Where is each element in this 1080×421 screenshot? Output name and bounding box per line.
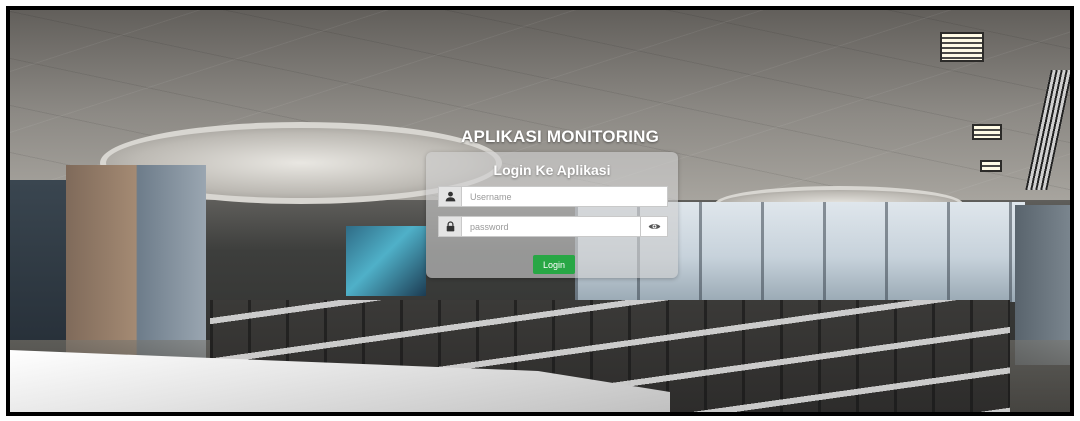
- password-input[interactable]: [461, 216, 641, 237]
- ceiling-lamp: [940, 32, 984, 62]
- screenshot-frame: APLIKASI MONITORING Login Ke Aplikasi Us…: [6, 6, 1074, 416]
- login-form: Login Ke Aplikasi Username Login: [426, 152, 678, 278]
- left-wall: [10, 180, 70, 340]
- pillar: [66, 165, 206, 365]
- login-button[interactable]: Login: [533, 255, 575, 274]
- banner-display: [346, 226, 426, 296]
- app-title: APLIKASI MONITORING: [460, 127, 660, 146]
- ceiling-lamp: [972, 124, 1002, 140]
- ceiling-lamp: [980, 160, 1002, 172]
- login-heading: Login Ke Aplikasi: [493, 162, 611, 178]
- lock-icon: [438, 216, 461, 237]
- username-input[interactable]: [461, 186, 668, 207]
- username-field-group: [438, 186, 668, 207]
- eye-icon[interactable]: [641, 216, 668, 237]
- password-field-group: [438, 216, 668, 237]
- user-icon: [438, 186, 461, 207]
